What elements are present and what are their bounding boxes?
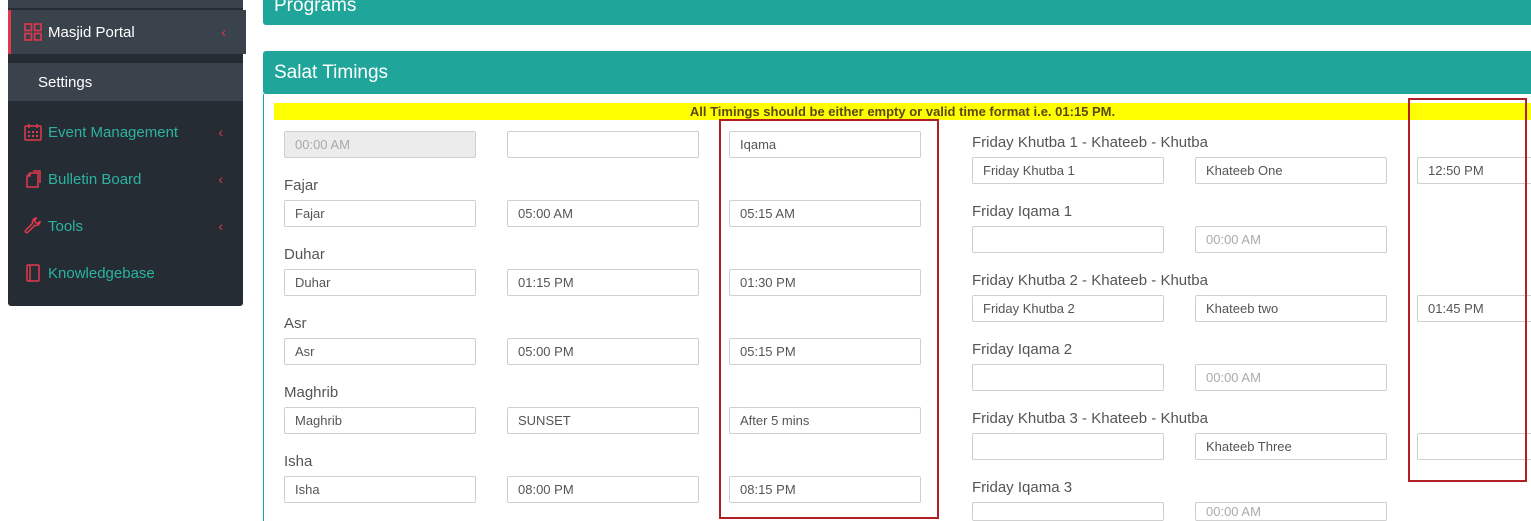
programs-panel-title: Programs [274,0,357,16]
header-time-input[interactable] [507,131,699,158]
adhan-time-input-maghrib[interactable] [507,407,699,434]
sidebar-item-masjid-portal[interactable]: Masjid Portal ‹ [8,10,246,54]
grid-icon [23,22,43,42]
iqama-time-input-duhar[interactable] [729,269,921,296]
salat-panel-header[interactable]: Salat Timings [263,51,1531,94]
header-time-readonly [284,131,476,158]
friday-iqama-1-time-input[interactable] [1195,226,1387,253]
friday-khutba-3-name-input[interactable] [972,433,1164,460]
prayer-label-maghrib: Maghrib [284,384,339,401]
prayer-name-input-fajar[interactable] [284,200,476,227]
salat-panel-title: Salat Timings [274,61,389,83]
prayer-name-input-duhar[interactable] [284,269,476,296]
friday-khutba-1-khateeb-input[interactable] [1195,157,1387,184]
adhan-time-input-duhar[interactable] [507,269,699,296]
sidebar-item-label: Event Management [48,123,179,141]
prayer-label-duhar: Duhar [284,246,325,263]
prayer-name-input-isha[interactable] [284,476,476,503]
friday-khutba-3-time-input[interactable] [1417,433,1531,460]
sidebar-subitem-settings[interactable]: Settings [8,63,243,101]
friday-iqama-3-name-input[interactable] [972,502,1164,521]
adhan-time-input-fajar[interactable] [507,200,699,227]
adhan-time-input-isha[interactable] [507,476,699,503]
friday-khutba-1-name-input[interactable] [972,157,1164,184]
friday-khutba-2-khateeb-input[interactable] [1195,295,1387,322]
chevron-left-icon: ‹ [221,24,226,40]
friday-khutba-3-label: Friday Khutba 3 - Khateeb - Khutba [972,410,1208,427]
adhan-time-input-asr[interactable] [507,338,699,365]
iqama-time-input-maghrib[interactable] [729,407,921,434]
prayer-label-fajar: Fajar [284,177,319,194]
friday-iqama-2-name-input[interactable] [972,364,1164,391]
sidebar-item-tools[interactable]: Tools ‹ [8,204,243,248]
friday-khutba-2-name-input[interactable] [972,295,1164,322]
calendar-icon [23,122,43,142]
sidebar-subitem-label: Settings [38,73,93,91]
iqama-time-input-isha[interactable] [729,476,921,503]
friday-iqama-1-name-input[interactable] [972,226,1164,253]
sidebar-top-strip [8,0,243,8]
prayer-name-input-maghrib[interactable] [284,407,476,434]
friday-iqama-3-label: Friday Iqama 3 [972,479,1073,496]
sidebar-item-event-management[interactable]: Event Management ‹ [8,110,243,154]
chevron-left-icon: ‹ [218,218,223,234]
book-icon [23,263,43,283]
sidebar-item-label: Tools [48,217,84,235]
header-iqama-input[interactable] [729,131,921,158]
prayer-name-input-asr[interactable] [284,338,476,365]
prayer-label-asr: Asr [284,315,307,332]
friday-khutba-2-time-input[interactable] [1417,295,1531,322]
iqama-time-input-fajar[interactable] [729,200,921,227]
chevron-left-icon: ‹ [218,171,223,187]
programs-panel-header[interactable]: Programs [263,0,1531,25]
sidebar-item-bulletin-board[interactable]: Bulletin Board ‹ [8,157,243,201]
friday-iqama-1-label: Friday Iqama 1 [972,203,1073,220]
sidebar-item-label: Masjid Portal [48,23,135,41]
wrench-icon [23,216,43,236]
iqama-time-input-asr[interactable] [729,338,921,365]
friday-iqama-2-time-input[interactable] [1195,364,1387,391]
sidebar-item-label: Knowledgebase [48,264,155,282]
sidebar-item-label: Bulletin Board [48,170,142,188]
document-icon [23,169,43,189]
friday-khutba-2-label: Friday Khutba 2 - Khateeb - Khutba [972,272,1208,289]
friday-iqama-2-label: Friday Iqama 2 [972,341,1073,358]
friday-khutba-1-time-input[interactable] [1417,157,1531,184]
timing-format-notice: All Timings should be either empty or va… [274,103,1531,120]
friday-iqama-3-time-input[interactable] [1195,502,1387,521]
friday-khutba-3-khateeb-input[interactable] [1195,433,1387,460]
sidebar-item-knowledgebase[interactable]: Knowledgebase [8,251,243,295]
prayer-label-isha: Isha [284,453,313,470]
sidebar: Masjid Portal ‹ Settings Event Managemen… [8,0,246,306]
friday-khutba-1-label: Friday Khutba 1 - Khateeb - Khutba [972,134,1208,151]
chevron-left-icon: ‹ [218,124,223,140]
